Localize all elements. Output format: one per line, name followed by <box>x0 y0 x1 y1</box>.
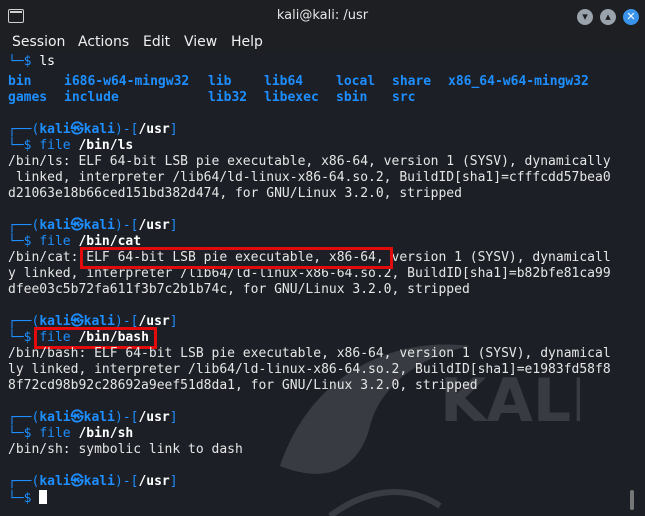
window-title: kali@kali: /usr <box>276 8 369 23</box>
command-line: └─$ file /bin/sh <box>8 426 134 441</box>
ls-entry: games <box>8 90 48 105</box>
prompt-header: ┌──(kali㉿kali)-[/usr] <box>8 122 178 137</box>
output-line: /bin/ls: ELF 64-bit LSB pie executable, … <box>8 154 611 169</box>
text-cursor <box>39 490 48 504</box>
output-line: dfee03c5b72fa611f3b7c2b1b74c, for GNU/Li… <box>8 282 470 297</box>
maximize-icon[interactable]: ▴ <box>600 9 616 25</box>
prompt-line: └─$ ls <box>8 54 55 69</box>
scrollbar[interactable] <box>630 490 634 510</box>
menu-session[interactable]: Session <box>12 33 65 52</box>
prompt-header: ┌──(kali㉿kali)-[/usr] <box>8 218 178 233</box>
ls-entry: lib <box>208 74 232 89</box>
command-line: └─$ file /bin/ls <box>8 138 134 153</box>
output-line: ly linked, interpreter /lib64/ld-linux-x… <box>8 362 611 377</box>
ls-entry: lib64 <box>264 74 304 89</box>
ls-entry: share <box>392 74 432 89</box>
prompt-header: ┌──(kali㉿kali)-[/usr] <box>8 410 178 425</box>
active-prompt-line[interactable]: └─$ <box>8 490 48 507</box>
highlight-box-elf-type <box>80 247 393 269</box>
output-line: /bin/bash: ELF 64-bit LSB pie executable… <box>8 346 611 361</box>
ls-entry: include <box>64 90 119 105</box>
menu-bar: Session Actions Edit View Help <box>0 33 645 52</box>
menu-view[interactable]: View <box>184 33 217 52</box>
ls-entry: src <box>392 90 416 105</box>
ls-entry: i686-w64-mingw32 <box>64 74 190 89</box>
ls-entry: libexec <box>264 90 319 105</box>
ls-entry: bin <box>8 74 32 89</box>
ls-entry: local <box>336 74 376 89</box>
title-bar[interactable]: kali@kali: /usr ▾ ▴ ✕ <box>0 0 645 34</box>
close-icon[interactable]: ✕ <box>623 9 639 25</box>
output-line: 8f72cd98b92c28692a9eef51d8da1, for GNU/L… <box>8 378 478 393</box>
terminal-window: kali@kali: /usr ▾ ▴ ✕ Session Actions Ed… <box>0 0 645 516</box>
menu-actions[interactable]: Actions <box>78 33 129 52</box>
prompt-header: ┌──(kali㉿kali)-[/usr] <box>8 474 178 489</box>
ls-entry: sbin <box>336 90 368 105</box>
ls-entry: x86_64-w64-mingw32 <box>448 74 589 89</box>
ls-entry: lib32 <box>208 90 248 105</box>
menu-help[interactable]: Help <box>231 33 263 52</box>
terminal-output[interactable]: KALI └─$ ls bin i686-w64-mingw32 lib lib… <box>0 54 645 516</box>
output-line: /bin/sh: symbolic link to dash <box>8 442 243 457</box>
menu-edit[interactable]: Edit <box>143 33 170 52</box>
output-line: linked, interpreter /lib64/ld-linux-x86-… <box>8 170 611 185</box>
minimize-icon[interactable]: ▾ <box>577 9 593 25</box>
output-line: d21063e18b66ced151bd382d474, for GNU/Lin… <box>8 186 462 201</box>
